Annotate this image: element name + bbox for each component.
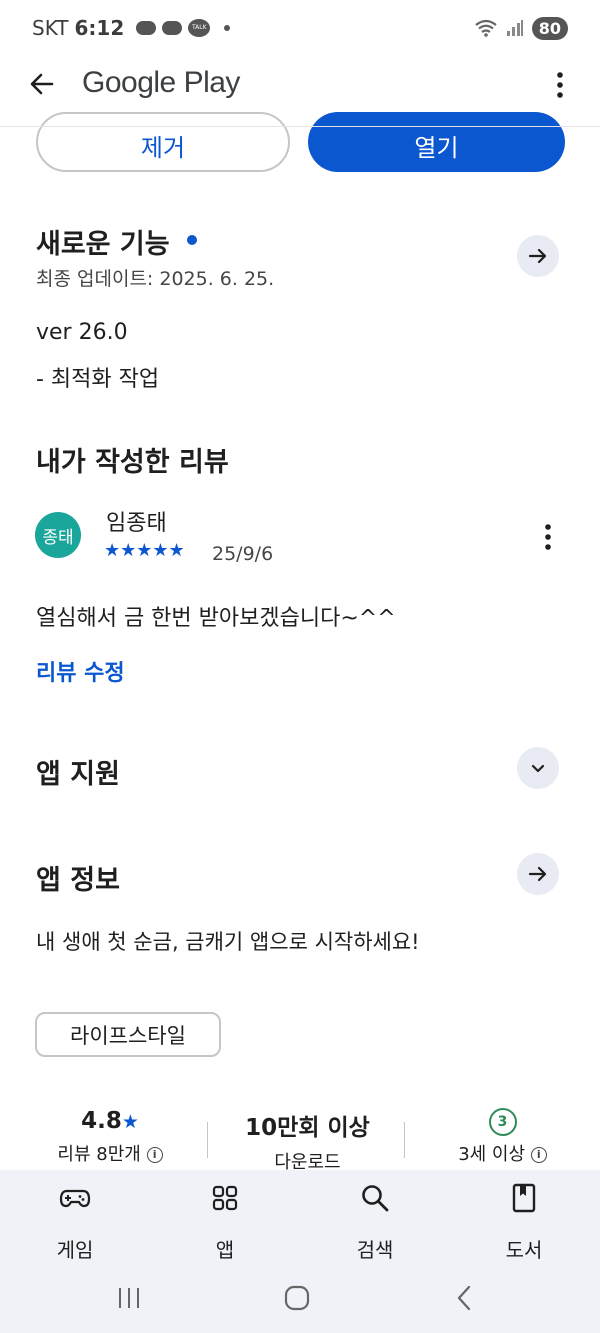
age-label: 3세 이상 i [430, 1140, 575, 1166]
edit-review-link[interactable]: 리뷰 수정 [36, 655, 125, 687]
signal-icon [506, 20, 523, 36]
rating-stat: 4.8★ 리뷰 8만개 i [40, 1108, 180, 1166]
search-icon [362, 1185, 389, 1212]
rating-label: 리뷰 8만개 i [40, 1140, 180, 1166]
rating-count: 리뷰 8만개 [57, 1144, 141, 1165]
my-review-title: 내가 작성한 리뷰 [36, 447, 229, 478]
chat-bubble-icon [162, 21, 183, 35]
reviewer-name: 임종태 [106, 511, 167, 536]
system-navigation-bar [0, 1270, 600, 1333]
apps-grid-icon [212, 1185, 238, 1211]
new-indicator-dot [187, 235, 197, 245]
version-text: ver 26.0 [36, 320, 128, 345]
info-icon[interactable]: i [146, 1147, 163, 1163]
stat-divider [207, 1122, 208, 1158]
review-text: 열심해서 금 한번 받아보겠습니다~^^ [36, 606, 396, 631]
remove-button[interactable]: 제거 [36, 112, 290, 172]
nav-label-apps: 앱 [215, 1238, 235, 1262]
battery-indicator: 80 [531, 16, 568, 40]
app-title: Google Play [82, 66, 240, 99]
bottom-navigation: 게임 앱 검색 도서 [0, 1170, 600, 1270]
update-note: - 최적화 작업 [36, 367, 160, 392]
whats-new-title: 새로운 기능 [36, 229, 170, 260]
carrier-label: SKT [32, 16, 69, 40]
nav-label-books: 도서 [505, 1238, 543, 1262]
arrow-right-icon [528, 248, 547, 264]
nav-item-apps[interactable]: 앱 [175, 1182, 275, 1263]
app-info-title: 앱 정보 [36, 865, 120, 896]
wifi-icon [475, 19, 497, 37]
status-left: SKT 6:12 TALK [32, 16, 231, 40]
downloads-value: 10만회 이상 [245, 1115, 370, 1141]
back-arrow-icon[interactable] [28, 70, 56, 98]
chevron-down-icon [531, 764, 545, 773]
avatar: 종태 [35, 512, 81, 558]
status-bar: SKT 6:12 TALK 80 [0, 0, 600, 56]
kakaotalk-icon: TALK [188, 19, 211, 37]
nav-item-games[interactable]: 게임 [25, 1182, 125, 1263]
back-nav-icon[interactable] [454, 1284, 474, 1312]
rating-number: 4.8 [81, 1108, 122, 1134]
whats-new-arrow-button[interactable] [517, 235, 559, 277]
age-rating-stat: 3 3세 이상 i [430, 1108, 575, 1166]
open-button[interactable]: 열기 [308, 112, 565, 172]
review-date: 25/9/6 [212, 543, 274, 565]
rating-star-icon: ★ [121, 1111, 139, 1133]
app-support-title: 앱 지원 [36, 759, 120, 790]
app-support-expand-button[interactable] [517, 747, 559, 789]
age-rating-badge: 3 [488, 1108, 517, 1136]
review-more-options-icon[interactable] [538, 522, 558, 552]
age-badge-wrap: 3 [430, 1108, 575, 1136]
age-rating-label: 3세 이상 [458, 1144, 526, 1165]
book-icon [512, 1183, 536, 1213]
app-bar-divider [0, 126, 600, 127]
downloads-stat: 10만회 이상 다운로드 [225, 1108, 390, 1174]
top-app-bar: Google Play [0, 56, 600, 116]
rating-value: 4.8★ [40, 1108, 180, 1134]
app-info-arrow-button[interactable] [517, 853, 559, 895]
arrow-right-icon [528, 866, 547, 882]
nav-label-games: 게임 [56, 1238, 94, 1262]
clock: 6:12 [74, 16, 125, 40]
status-right: 80 [474, 16, 568, 40]
star-rating: ★★★★★ [104, 540, 185, 561]
category-chip[interactable]: 라이프스타일 [35, 1012, 221, 1057]
notification-dot-icon [224, 25, 231, 31]
recent-apps-icon[interactable] [116, 1284, 142, 1312]
nav-item-books[interactable]: 도서 [474, 1182, 574, 1263]
last-updated: 최종 업데이트: 2025. 6. 25. [36, 268, 275, 290]
home-icon[interactable] [283, 1284, 311, 1312]
stat-divider [404, 1122, 405, 1158]
nav-item-search[interactable]: 검색 [325, 1182, 425, 1263]
info-icon[interactable]: i [530, 1147, 547, 1163]
app-description: 내 생애 첫 순금, 금캐기 앱으로 시작하세요! [36, 930, 420, 954]
more-options-icon[interactable] [548, 70, 572, 100]
nav-label-search: 검색 [356, 1238, 394, 1262]
cloud-icon [136, 21, 157, 35]
gamepad-icon [59, 1189, 91, 1208]
